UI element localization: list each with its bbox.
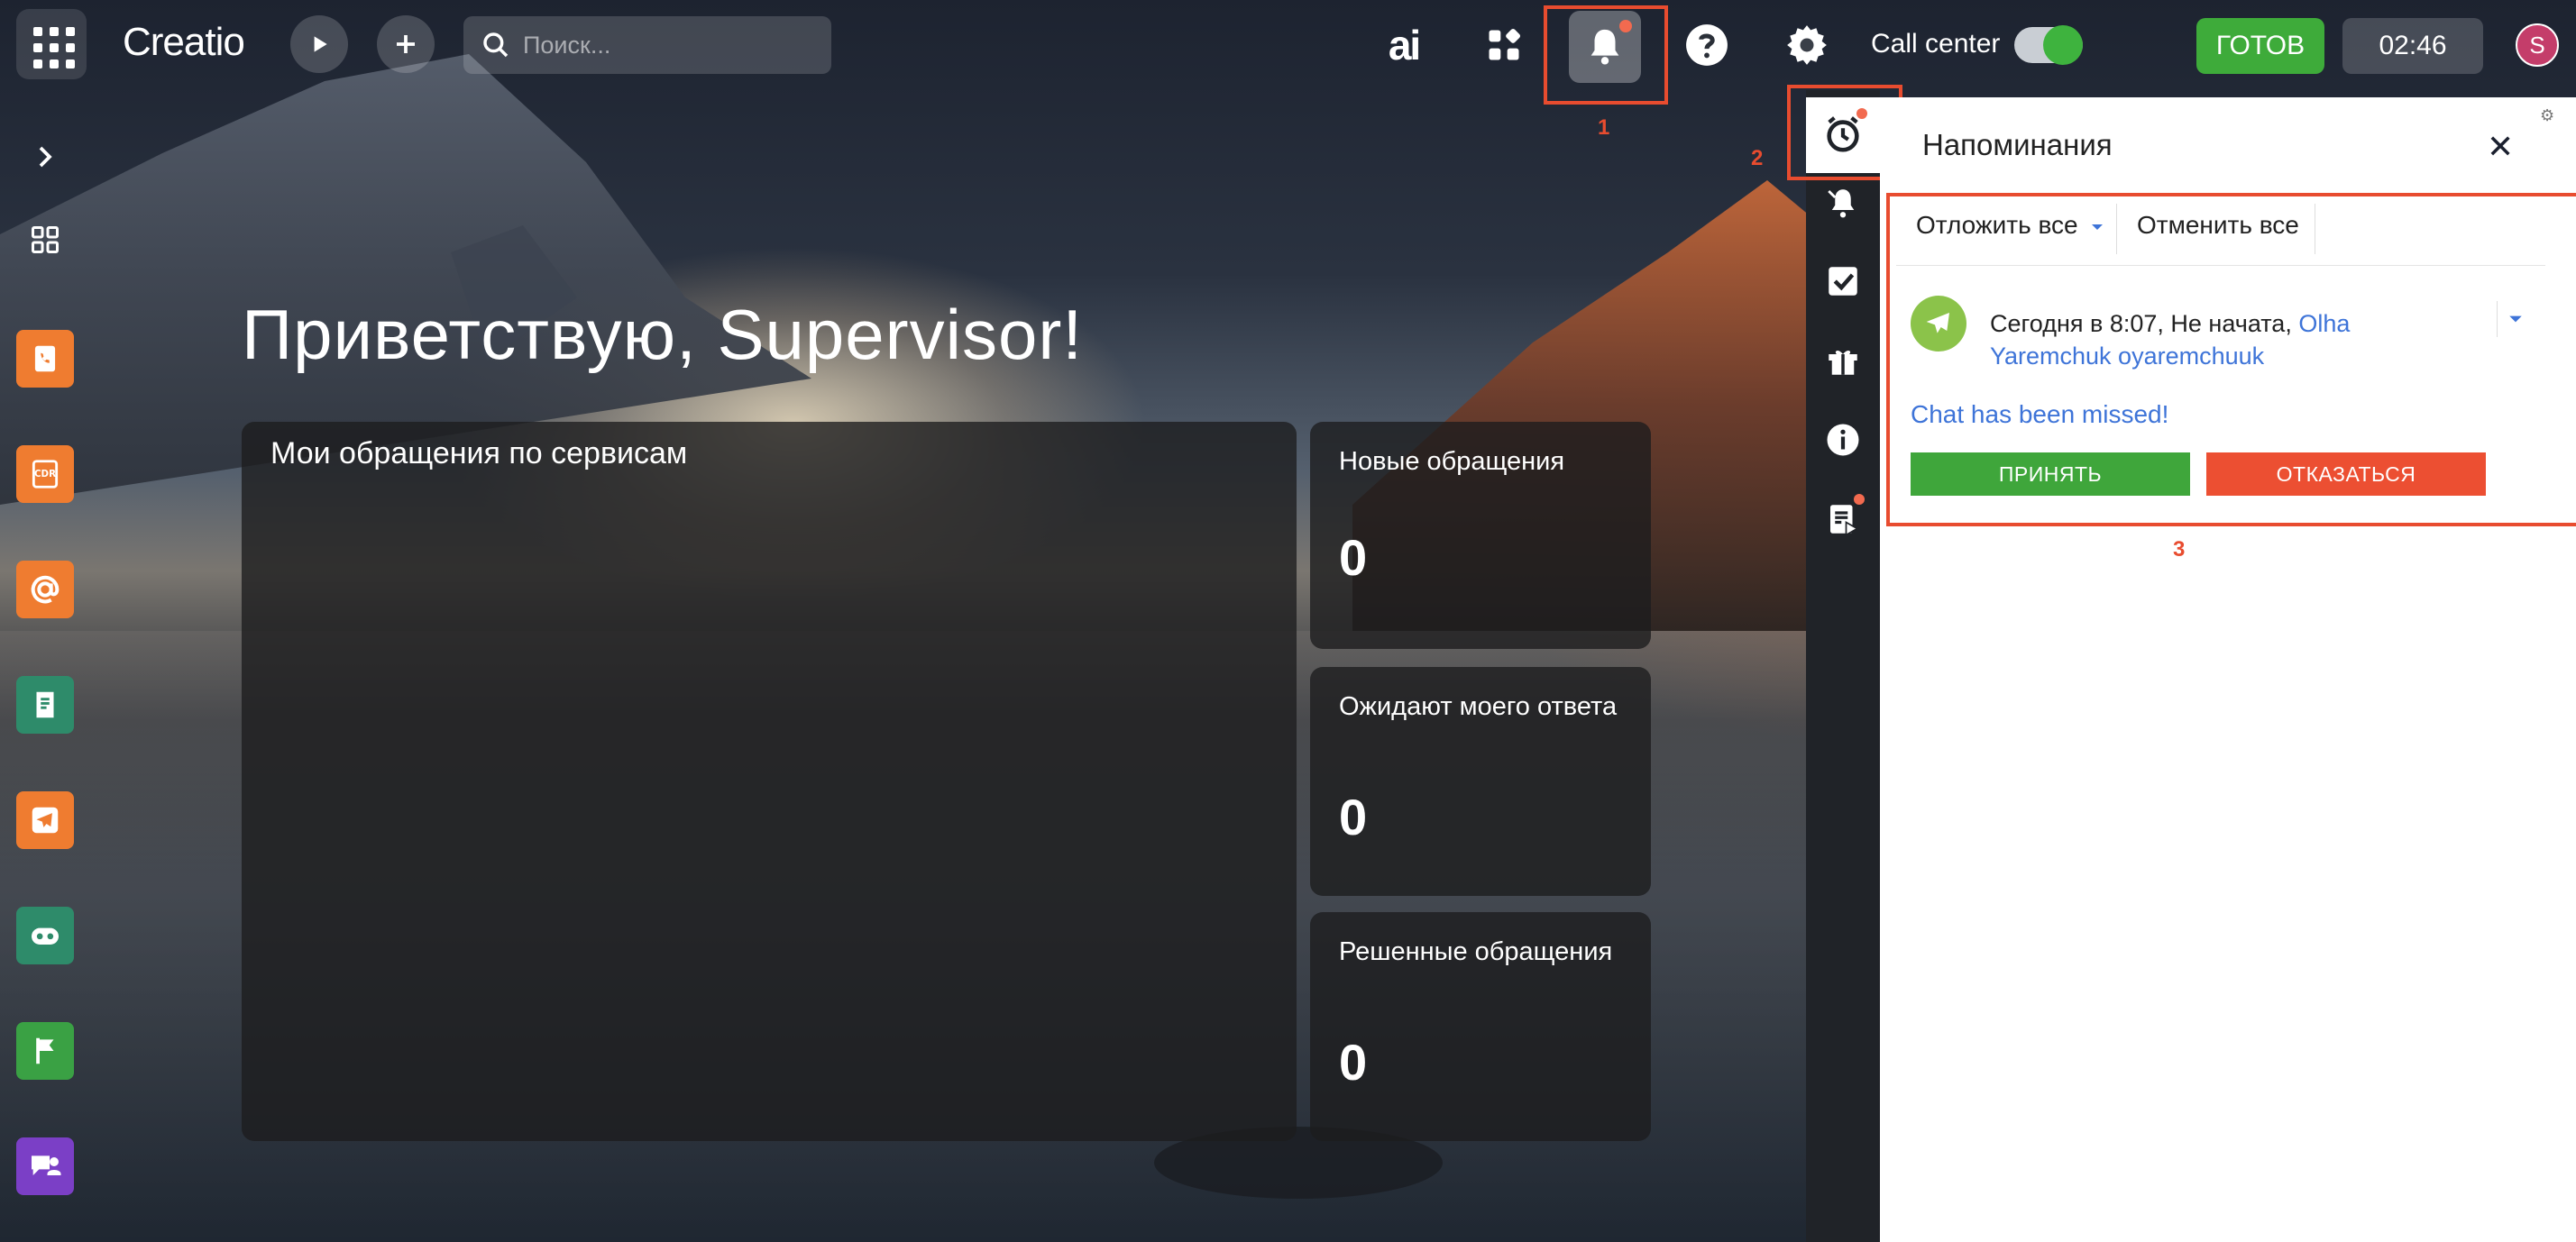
creatio-logo: Creatio (123, 20, 245, 64)
ai-button[interactable]: ai (1375, 16, 1433, 74)
strip-tasks-button[interactable] (1821, 260, 1865, 303)
notification-dot (1619, 20, 1632, 32)
global-search[interactable] (463, 16, 831, 74)
checkbox-icon (1829, 267, 1857, 296)
metric-card-resolved[interactable]: Решенные обращения 0 (1310, 912, 1651, 1141)
gear-icon (1787, 25, 1827, 65)
sidebar-item-knowledge[interactable] (16, 676, 74, 734)
sidebar-item-email[interactable] (16, 561, 74, 618)
info-icon (1827, 424, 1859, 456)
cdr-icon: CDR (32, 460, 59, 489)
chat-person-icon (32, 1155, 61, 1175)
feed-notification-dot (1854, 494, 1865, 505)
metric-title: Ожидают моего ответа (1339, 692, 1618, 721)
annotation-box-3 (1886, 193, 2576, 526)
telegram-icon (32, 807, 59, 834)
document-play-icon (1830, 505, 1859, 537)
status-timer: 02:46 (2342, 18, 2483, 74)
agent-status-button[interactable]: ГОТОВ (2196, 18, 2324, 74)
help-icon (1686, 24, 1728, 66)
settings-button[interactable] (1778, 16, 1836, 74)
user-avatar[interactable]: S (2516, 23, 2559, 67)
metric-value: 0 (1339, 789, 1368, 845)
sidebar-item-flags[interactable] (16, 1022, 74, 1080)
call-center-label: Call center (1871, 29, 2001, 59)
left-sidebar: CDR (0, 90, 90, 1242)
services-panel-title: Мои обращения по сервисам (270, 436, 688, 470)
sidebar-item-contacts[interactable] (16, 330, 74, 388)
svg-text:CDR: CDR (34, 469, 56, 479)
apps-diamond-icon (1489, 28, 1521, 60)
metric-title: Новые обращения (1339, 447, 1565, 476)
bell-cross-icon (1828, 189, 1855, 218)
metric-card-awaiting[interactable]: Ожидают моего ответа 0 (1310, 667, 1651, 896)
metric-value: 0 (1339, 1034, 1368, 1091)
gift-icon (1829, 350, 1857, 375)
document-icon (36, 691, 54, 718)
strip-notifications-button[interactable] (1821, 182, 1865, 225)
sidebar-item-telegram[interactable] (16, 791, 74, 849)
metric-value: 0 (1339, 529, 1368, 586)
metric-card-new[interactable]: Новые обращения 0 (1310, 422, 1651, 649)
strip-info-button[interactable] (1821, 418, 1865, 461)
panel-settings-gear-icon[interactable]: ⚙ (2540, 106, 2554, 125)
grid-icon (32, 226, 59, 253)
search-icon (483, 32, 509, 58)
top-bar: Creatio ai 1 (0, 0, 2576, 140)
annotation-label-3: 3 (2173, 537, 2186, 562)
add-button[interactable] (377, 15, 435, 73)
sidebar-item-chats[interactable] (16, 1137, 74, 1195)
ai-label: ai (1388, 22, 1421, 68)
apps-button[interactable] (1475, 16, 1533, 74)
close-icon[interactable]: ✕ (2487, 128, 2514, 166)
sidebar-item-bots[interactable] (16, 907, 74, 964)
chevron-right-icon (39, 146, 52, 168)
app-launcher-grid-icon[interactable] (16, 9, 87, 79)
sidebar-item-cdr[interactable]: CDR (16, 445, 74, 503)
communication-panel-strip (1806, 90, 1880, 1242)
notifications-button[interactable] (1569, 11, 1641, 83)
email-at-icon (31, 575, 60, 604)
strip-birthdays-button[interactable] (1821, 339, 1865, 382)
flag-icon (36, 1037, 54, 1064)
play-button[interactable] (290, 15, 348, 73)
annotation-label-1: 1 (1598, 115, 1610, 140)
metric-title: Решенные обращения (1339, 937, 1613, 966)
call-center-toggle[interactable] (2014, 25, 2083, 65)
services-dashboard-panel: Мои обращения по сервисам (242, 422, 1297, 1141)
bot-icon (32, 927, 59, 945)
reminders-title: Напоминания (1922, 128, 2113, 161)
plus-icon (397, 35, 415, 53)
search-input[interactable] (523, 31, 811, 59)
play-icon (314, 36, 327, 52)
page-title: Приветствую, Supervisor! (242, 295, 1083, 374)
help-button[interactable] (1678, 16, 1736, 74)
phone-card-icon (34, 345, 56, 372)
strip-feed-button[interactable] (1821, 494, 1865, 541)
bell-icon (1591, 29, 1619, 65)
annotation-label-2: 2 (1751, 146, 1764, 170)
workplaces-button[interactable] (16, 211, 74, 269)
expand-sidebar-button[interactable] (16, 128, 74, 186)
